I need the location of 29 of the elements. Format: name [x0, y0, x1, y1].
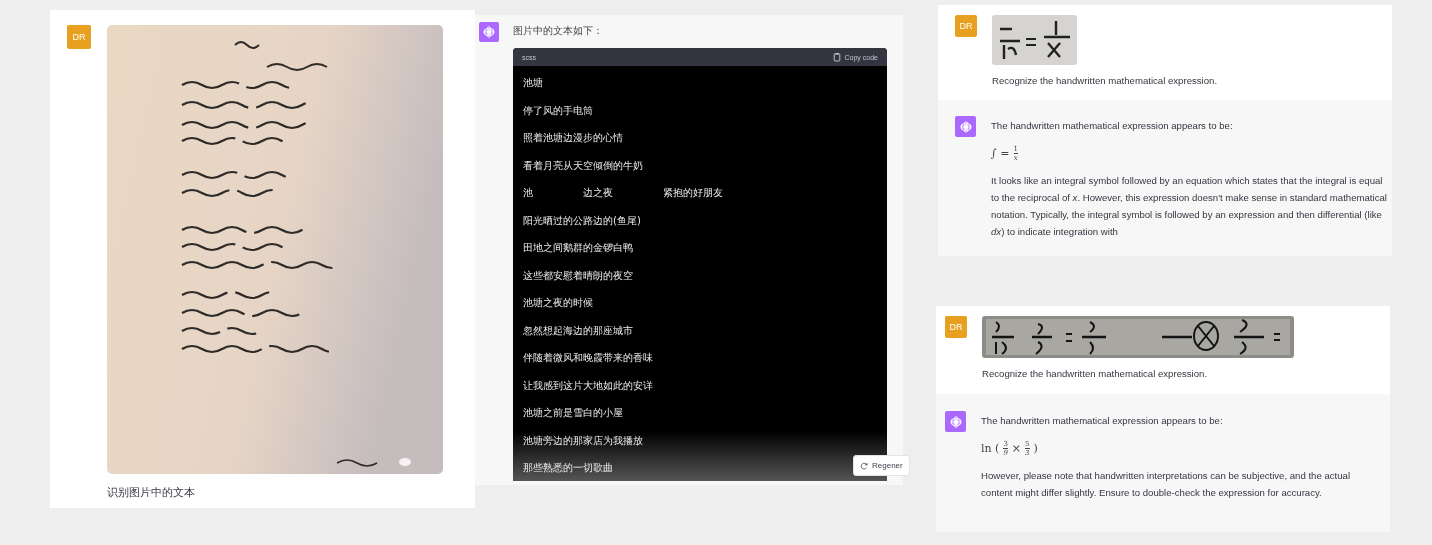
regenerate-button[interactable]: Regener [853, 455, 910, 476]
code-line: 池塘 [523, 76, 543, 90]
user-avatar: DR [945, 316, 967, 338]
message-text: Recognize the handwritten mathematical expression. [992, 75, 1218, 86]
code-line: 池塘旁边的那家店为我播放 [523, 433, 643, 448]
message-text: 图片中的文本如下： [513, 24, 604, 38]
refresh-icon [860, 461, 868, 470]
code-line: 那些熟悉的一切歌曲 [523, 461, 613, 475]
message-paragraph: It looks like an integral symbol followed by an equation which states that the integral is equal to the reciprocal of x. However, this expression doesn't make sense in standard mathematical notation. Typically, the integral symbol is followed by an expression and then differential (like dx) to indicate integration with [991, 174, 1388, 239]
message-paragraph: However, please note that handwritten interpretations can be subjective, and the actual content might differ slightly. Ensure to double-check the expression for accuracy. [981, 469, 1352, 500]
message-text: The handwritten mathematical expression appears to be: [981, 415, 1224, 426]
message-text: The handwritten mathematical expression appears to be: [991, 120, 1234, 131]
message-text: Recognize the handwritten mathematical expression. [982, 368, 1209, 379]
code-line: 看着月亮从天空倾倒的牛奶 [523, 158, 643, 173]
code-line: 池 边之夜 紧抱的好朋友 [523, 186, 723, 200]
code-line: 田地之间鹅群的金锣白鸭 [523, 241, 633, 255]
user-avatar: DR [955, 15, 977, 37]
code-line: 阳光晒过的公路边的(鱼尾) [523, 213, 641, 228]
code-line: 忽然想起海边的那座城市 [523, 323, 633, 338]
code-line: 让我感到这片大地如此的安详 [523, 378, 653, 393]
clipboard-icon [832, 52, 841, 62]
code-line: 伴随着微风和晚霞带来的香味 [523, 351, 653, 365]
message-text: 识别图片中的文本 [107, 485, 196, 500]
code-line: 池塘之夜的时候 [523, 296, 593, 310]
code-line: 池塘之前是雪白的小屋 [523, 406, 623, 420]
code-line: 这些都安慰着晴朗的夜空 [523, 268, 633, 283]
code-line: 停了风的手电筒 [523, 103, 593, 118]
user-avatar: DR [67, 25, 91, 49]
code-line: 照着池塘边漫步的心情 [523, 131, 623, 145]
